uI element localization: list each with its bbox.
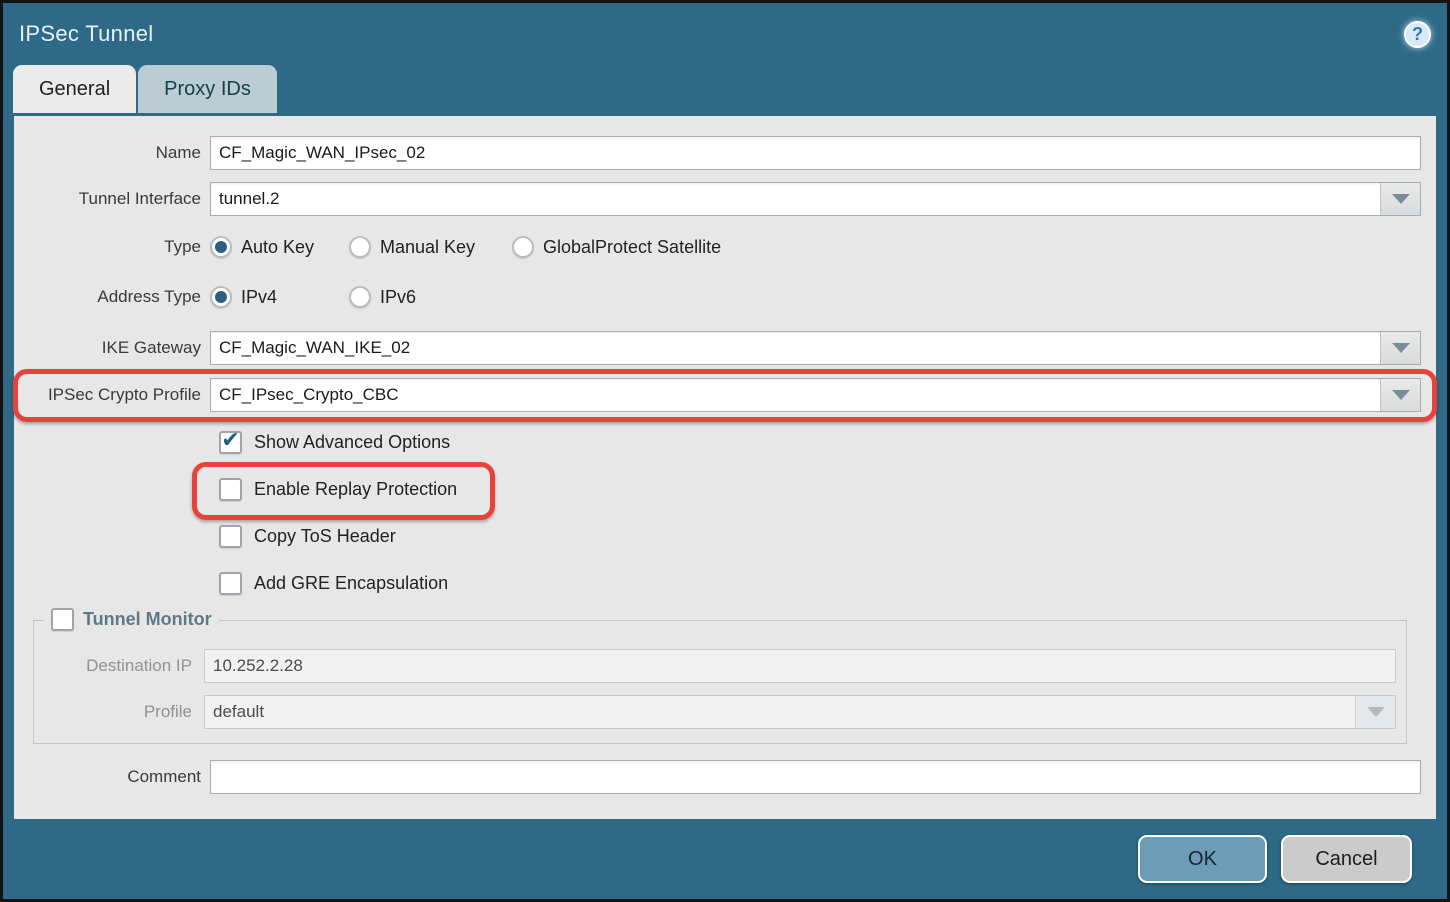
address-type-label: Address Type: [14, 287, 210, 307]
radio-globalprotect-satellite[interactable]: [512, 236, 534, 258]
name-input[interactable]: [210, 136, 1421, 170]
radio-selected-dot: [215, 291, 227, 303]
chevron-down-icon: [1367, 707, 1385, 717]
tunnel-monitor-label: Tunnel Monitor: [83, 609, 212, 630]
enable-replay-protection-label: Enable Replay Protection: [254, 479, 457, 500]
comment-input[interactable]: [210, 760, 1421, 794]
profile-dropdown-button: [1355, 696, 1395, 728]
chevron-down-icon: [1392, 194, 1410, 204]
radio-manual-key[interactable]: [349, 236, 371, 258]
profile-label: Profile: [34, 702, 204, 722]
checkbox-enable-replay-protection[interactable]: [219, 478, 242, 501]
radio-ipv6[interactable]: [349, 286, 371, 308]
copy-tos-header-label: Copy ToS Header: [254, 526, 396, 547]
radio-manual-key-label: Manual Key: [380, 237, 475, 258]
tunnel-monitor-fieldset: Tunnel Monitor Destination IP 10.252.2.2…: [33, 620, 1407, 744]
radio-auto-key-label: Auto Key: [241, 237, 314, 258]
ike-gateway-dropdown-button[interactable]: [1380, 332, 1420, 364]
checkbox-copy-tos-header[interactable]: [219, 525, 242, 548]
radio-globalprotect-satellite-label: GlobalProtect Satellite: [543, 237, 721, 258]
radio-option-auto-key: Auto Key: [210, 236, 349, 258]
address-type-row: Address Type IPv4 IPv6: [14, 282, 1421, 312]
destination-ip-label: Destination IP: [34, 656, 204, 676]
cancel-button[interactable]: Cancel: [1281, 835, 1412, 883]
radio-selected-dot: [215, 241, 227, 253]
tunnel-interface-select[interactable]: tunnel.2: [210, 182, 1421, 216]
checkbox-tunnel-monitor[interactable]: [51, 608, 74, 631]
name-row: Name: [14, 136, 1421, 170]
checkbox-add-gre-encapsulation[interactable]: [219, 572, 242, 595]
tunnel-interface-value[interactable]: tunnel.2: [211, 183, 1380, 215]
ike-gateway-select[interactable]: CF_Magic_WAN_IKE_02: [210, 331, 1421, 365]
ok-button[interactable]: OK: [1138, 835, 1267, 883]
checkmark-icon: ✔: [221, 429, 239, 451]
tunnel-interface-label: Tunnel Interface: [14, 189, 210, 209]
radio-ipv6-label: IPv6: [380, 287, 416, 308]
dialog-titlebar: IPSec Tunnel ?: [3, 3, 1447, 65]
add-gre-encapsulation-label: Add GRE Encapsulation: [254, 573, 448, 594]
tunnel-interface-dropdown-button[interactable]: [1380, 183, 1420, 215]
radio-auto-key[interactable]: [210, 236, 232, 258]
tunnel-interface-row: Tunnel Interface tunnel.2: [14, 182, 1421, 216]
general-tab-panel: Name Tunnel Interface tunnel.2 Type Auto…: [14, 116, 1436, 819]
radio-option-ipv6: IPv6: [349, 286, 416, 308]
ike-gateway-row: IKE Gateway CF_Magic_WAN_IKE_02: [14, 331, 1421, 365]
ipsec-tunnel-dialog: IPSec Tunnel ? General Proxy IDs Name Tu…: [0, 0, 1450, 902]
radio-option-manual-key: Manual Key: [349, 236, 512, 258]
enable-replay-protection-row: Enable Replay Protection: [14, 476, 1421, 502]
ipsec-crypto-profile-row: IPSec Crypto Profile CF_IPsec_Crypto_CBC: [14, 378, 1421, 412]
tunnel-monitor-legend: Tunnel Monitor: [44, 608, 219, 631]
dialog-footer: OK Cancel: [3, 819, 1447, 899]
comment-row: Comment: [14, 760, 1421, 794]
profile-row: Profile default: [34, 695, 1396, 729]
chevron-down-icon: [1392, 390, 1410, 400]
destination-ip-input: 10.252.2.28: [204, 649, 1396, 683]
ipsec-crypto-profile-select[interactable]: CF_IPsec_Crypto_CBC: [210, 378, 1421, 412]
radio-option-ipv4: IPv4: [210, 286, 349, 308]
tab-proxy-ids[interactable]: Proxy IDs: [138, 65, 277, 113]
name-label: Name: [14, 143, 210, 163]
ike-gateway-label: IKE Gateway: [14, 338, 210, 358]
ipsec-crypto-profile-label: IPSec Crypto Profile: [14, 385, 210, 405]
type-row: Type Auto Key Manual Key GlobalProtect S…: [14, 232, 1421, 262]
dialog-title: IPSec Tunnel: [19, 21, 153, 47]
copy-tos-header-row: Copy ToS Header: [14, 523, 1421, 549]
ipsec-crypto-profile-value[interactable]: CF_IPsec_Crypto_CBC: [211, 379, 1380, 411]
comment-label: Comment: [14, 767, 210, 787]
tab-general[interactable]: General: [13, 65, 136, 113]
add-gre-encapsulation-row: Add GRE Encapsulation: [14, 570, 1421, 596]
ipsec-crypto-profile-dropdown-button[interactable]: [1380, 379, 1420, 411]
profile-select: default: [204, 695, 1396, 729]
help-icon[interactable]: ?: [1404, 21, 1431, 48]
radio-ipv4-label: IPv4: [241, 287, 277, 308]
chevron-down-icon: [1392, 343, 1410, 353]
show-advanced-options-row: ✔ Show Advanced Options: [14, 429, 1421, 455]
type-label: Type: [14, 237, 210, 257]
radio-option-globalprotect-satellite: GlobalProtect Satellite: [512, 236, 721, 258]
profile-value: default: [205, 696, 1355, 728]
destination-ip-row: Destination IP 10.252.2.28: [34, 649, 1396, 683]
tab-bar: General Proxy IDs: [3, 65, 1447, 113]
ike-gateway-value[interactable]: CF_Magic_WAN_IKE_02: [211, 332, 1380, 364]
show-advanced-options-label: Show Advanced Options: [254, 432, 450, 453]
checkbox-show-advanced-options[interactable]: ✔: [219, 431, 242, 454]
radio-ipv4[interactable]: [210, 286, 232, 308]
